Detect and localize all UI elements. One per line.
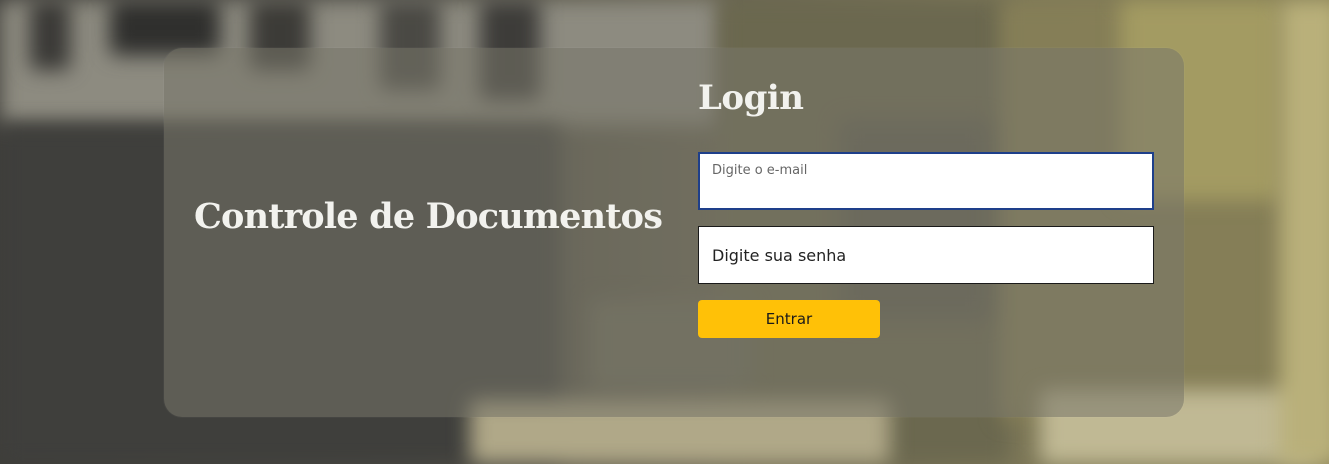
login-heading: Login [698,78,804,118]
email-field[interactable]: Digite o e-mail [698,152,1154,210]
login-card: Controle de Documentos Login Digite o e-… [164,48,1184,417]
login-button[interactable]: Entrar [698,300,880,338]
email-field-label: Digite o e-mail [712,163,808,178]
app-title: Controle de Documentos [194,196,663,237]
password-placeholder: Digite sua senha [712,246,847,265]
password-field[interactable]: Digite sua senha [698,226,1154,284]
